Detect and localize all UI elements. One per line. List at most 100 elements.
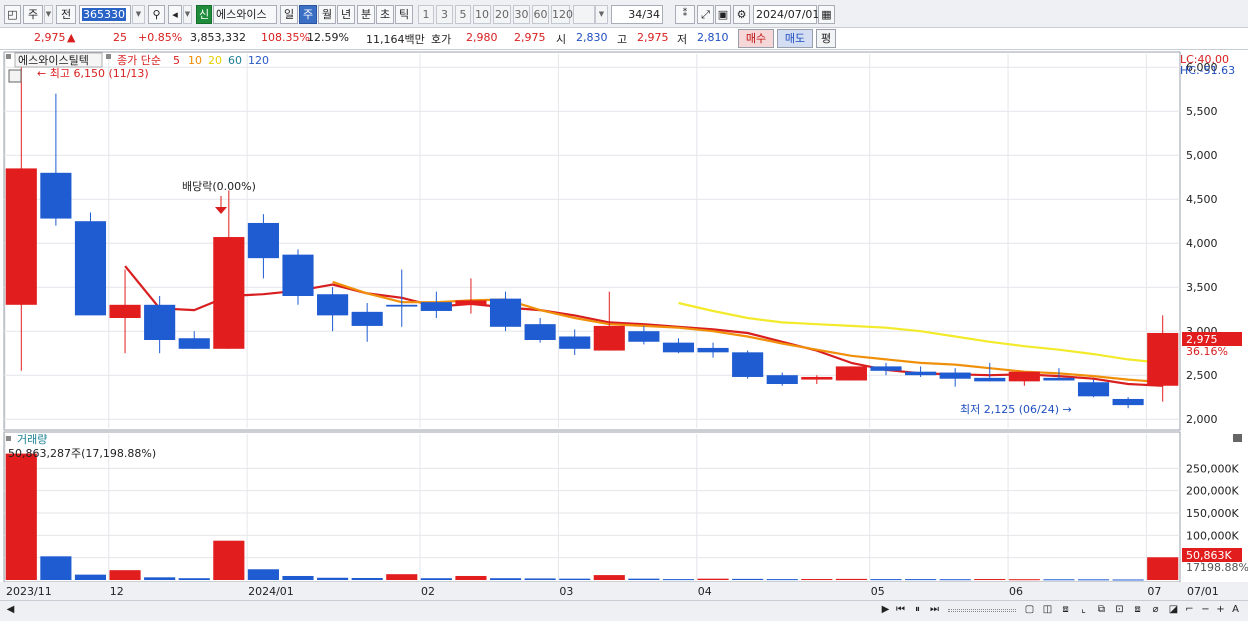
candle-body (801, 376, 833, 380)
x-axis-label: 2024/01 (248, 585, 294, 598)
view-mode-2-icon[interactable]: ◫ (1040, 603, 1055, 618)
minute-unit-button[interactable]: 5 (455, 5, 471, 24)
view-mode-9-icon[interactable]: ◪ (1166, 603, 1181, 618)
min-annotation: 최저 2,125 (06/24) → (960, 403, 1072, 416)
volume-close-icon[interactable] (1233, 434, 1242, 442)
zoom-in-button[interactable]: + (1213, 603, 1228, 618)
high-label: 고 (617, 33, 628, 46)
chart-area: 6,000 5,500 5,000 4,500 4,000 3,500 3,000 2,500… (0, 50, 1248, 600)
x-axis-label: 2023/11 (6, 585, 52, 598)
auto-scale-button[interactable]: A (1228, 603, 1243, 618)
candle-body (662, 342, 695, 353)
gear-icon[interactable]: ⚙ (733, 5, 750, 24)
minute-unit-button[interactable]: 20 (493, 5, 511, 24)
stock-name-display: 에스와이스 (213, 5, 277, 24)
bid-price-2: 2,975 (514, 31, 546, 44)
view-mode-6-icon[interactable]: ⊡ (1112, 603, 1127, 618)
layout-icon[interactable]: ◰ (4, 5, 21, 24)
volume-tick-label: 150,000K (1186, 507, 1239, 520)
volume-panel (3, 431, 1181, 583)
volume-bar (1147, 557, 1179, 580)
volume-bar (420, 578, 452, 580)
x-axis-label: 02 (421, 585, 435, 598)
x-axis-label: 07 (1147, 585, 1161, 598)
minute-unit-button[interactable]: 10 (473, 5, 491, 24)
scroll-first-icon[interactable]: ⏮ (893, 603, 908, 618)
minute-unit-button[interactable]: 3 (436, 5, 453, 24)
candle-body (420, 302, 452, 311)
change-arrow-icon: ▲ (67, 31, 76, 44)
volume-bullet-icon (6, 436, 11, 441)
volume-tick-label: 100,000K (1186, 529, 1239, 542)
view-mode-8-icon[interactable]: ⌀ (1148, 603, 1163, 618)
zoom-slider[interactable] (948, 609, 1016, 612)
period-tab[interactable]: 초 (376, 5, 394, 24)
price-tick-label: 4,000 (1186, 237, 1218, 250)
pause-icon[interactable]: ⏸ (910, 603, 925, 618)
candle-settings-icon[interactable]: ⁑ (675, 5, 695, 24)
period-tab[interactable]: 년 (337, 5, 355, 24)
unit-dropdown-icon[interactable]: ▼ (595, 5, 608, 24)
minute-unit-button[interactable]: 60 (532, 5, 549, 24)
change-percent: +0.85% (138, 31, 183, 44)
magnifier-icon[interactable]: ⚲ (148, 5, 165, 24)
period-tab[interactable]: 주 (299, 5, 317, 24)
candle-body (144, 304, 176, 340)
zoom-out-button[interactable]: − (1198, 603, 1213, 618)
volume-bar (939, 579, 971, 581)
save-icon[interactable]: ▣ (715, 5, 731, 24)
view-mode-5-icon[interactable]: ⧉ (1094, 603, 1109, 618)
custom-unit-input[interactable] (573, 5, 595, 24)
speaker-icon[interactable]: ◂ (168, 5, 182, 24)
volume-bar (1112, 579, 1144, 581)
speaker-dropdown-icon[interactable]: ▼ (183, 5, 192, 24)
line-tool-icon[interactable]: ⌐ (1182, 603, 1197, 618)
sell-button[interactable]: 매도 (777, 29, 813, 48)
buy-button[interactable]: 매수 (738, 29, 774, 48)
view-mode-1-icon[interactable]: ▢ (1022, 603, 1037, 618)
volume-bar (732, 578, 764, 580)
view-mode-3-icon[interactable]: ⧈ (1058, 603, 1073, 618)
ma-legend-60: 60 (228, 54, 242, 67)
scroll-last-icon[interactable]: ⏭ (927, 603, 942, 618)
price-tick-label: 2,500 (1186, 369, 1218, 382)
date-input[interactable]: 2024/07/01 (753, 5, 819, 24)
volume-bar (1008, 579, 1040, 581)
volume-bar (178, 578, 210, 580)
view-mode-7-icon[interactable]: ⧈ (1130, 603, 1145, 618)
price-tick-label: 5,500 (1186, 105, 1218, 118)
market-select[interactable]: 주 (23, 5, 43, 24)
count-input[interactable]: 34/34 (611, 5, 663, 24)
minute-unit-button[interactable]: 120 (551, 5, 573, 24)
minute-unit-button[interactable]: 30 (513, 5, 530, 24)
candle-body (1008, 371, 1040, 382)
prev-button[interactable]: 전 (56, 5, 76, 24)
candle-body (109, 304, 141, 318)
stock-code-input[interactable]: 365330 (79, 5, 131, 24)
code-dropdown-icon[interactable]: ▼ (132, 5, 145, 24)
open-label: 시 (556, 33, 567, 46)
volume-bar (870, 579, 902, 581)
candle-body (593, 325, 625, 351)
stock-chart[interactable]: 6,0005,5005,0004,5004,0003,5003,0002,500… (0, 50, 1248, 600)
scroll-left-icon[interactable]: ◀ (3, 603, 18, 618)
period-tab[interactable]: 일 (280, 5, 298, 24)
scroll-right-icon[interactable]: ▶ (878, 603, 893, 618)
market-dropdown-icon[interactable]: ▼ (44, 5, 53, 24)
minute-unit-button[interactable]: 1 (418, 5, 434, 24)
eval-button[interactable]: 평 (816, 29, 836, 48)
current-volume-pct: 17198.88% (1186, 561, 1248, 574)
calendar-icon[interactable]: ▦ (818, 5, 835, 24)
scrollbar[interactable]: ◀ ▶ ⏮ ⏸ ⏭ ▢ ◫ ⧈ ⌞ ⧉ ⊡ ⧈ ⌀ ◪ ⌐ − + A (0, 600, 1248, 621)
candle-body (1077, 382, 1110, 397)
volume-bar (489, 578, 522, 580)
view-mode-4-icon[interactable]: ⌞ (1076, 603, 1091, 618)
current-pct-label: 36.16% (1186, 345, 1228, 358)
crosshair-icon[interactable]: ⤢ (697, 5, 714, 24)
chart-calc-icon[interactable] (8, 69, 22, 83)
price-tick-label: 3,500 (1186, 281, 1218, 294)
period-tab[interactable]: 분 (357, 5, 375, 24)
period-tab[interactable]: 틱 (395, 5, 413, 24)
candle-body (40, 172, 72, 219)
period-tab[interactable]: 월 (318, 5, 336, 24)
